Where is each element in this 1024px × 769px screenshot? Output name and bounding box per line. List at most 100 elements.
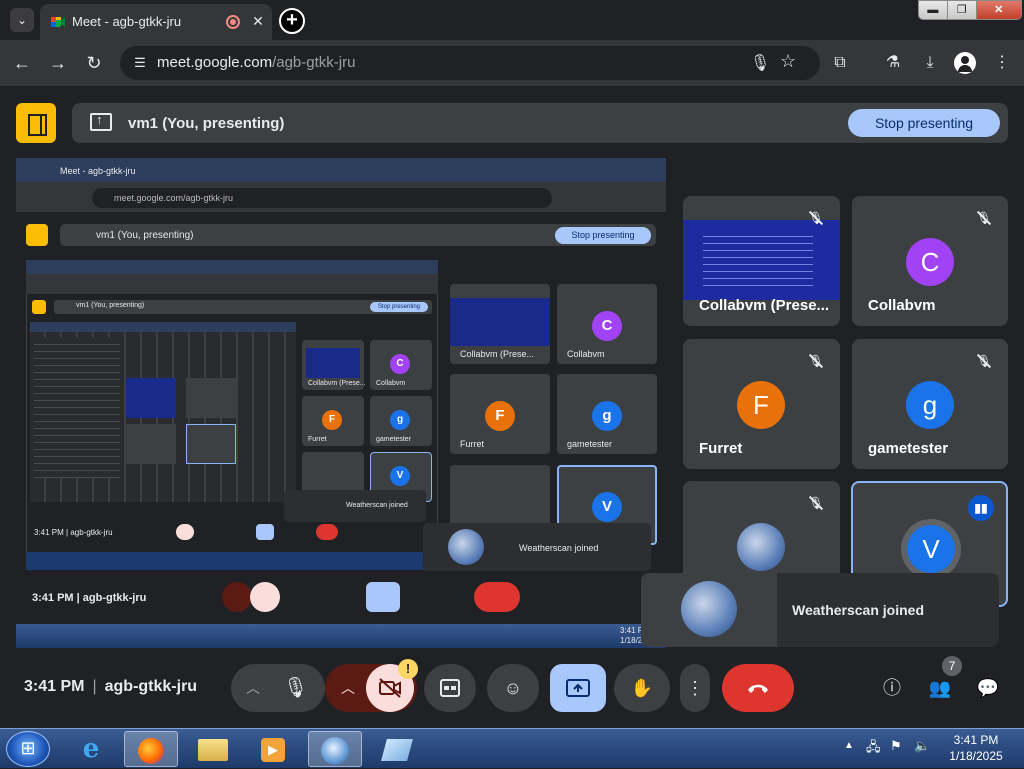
nested2-tile-name: Furret (308, 436, 327, 443)
back-arrow-icon[interactable]: ← (10, 51, 34, 75)
nested2-code-value: agb-gtkk-jru (70, 528, 113, 537)
download-icon[interactable]: ⤓ (918, 51, 942, 75)
present-screen-icon (90, 112, 112, 131)
captions-icon (440, 679, 460, 697)
nested-time-value: 3:41 PM (32, 592, 74, 604)
tab-title: Meet - agb-gtkk-jru (72, 14, 182, 29)
nested-tile-name: gametester (567, 439, 613, 449)
profile-avatar-icon[interactable] (954, 52, 976, 74)
nested-level3-tile (186, 378, 236, 418)
microphone-icon[interactable]: 🎙 (750, 53, 770, 73)
volume-icon[interactable]: 🔈 (914, 738, 930, 754)
nested2-avatar: V (390, 466, 410, 486)
nested-level2-toolbar (26, 274, 438, 294)
new-tab-button[interactable]: + (279, 8, 305, 34)
nested-cam-btn (250, 582, 280, 612)
tab-close-icon[interactable]: ✕ (248, 11, 268, 31)
bookmark-star-icon[interactable]: ☆ (780, 51, 796, 72)
mic-muted-icon: 🎙 (976, 354, 992, 368)
participant-tile-furret[interactable]: F 🎙 Furret (683, 339, 840, 469)
raise-hand-button[interactable]: ✋ (614, 664, 670, 712)
taskbar-clock[interactable]: 3:41 PM 1/18/2025 (936, 732, 1016, 764)
minimize-button[interactable]: ▬ (919, 1, 948, 19)
start-button[interactable] (6, 731, 50, 767)
nested2-cam (176, 524, 194, 540)
maximize-button[interactable]: ❐ (947, 1, 977, 19)
presenting-label: vm1 (You, presenting) (128, 115, 285, 132)
nested2-time-value: 3:41 PM (34, 528, 64, 537)
more-menu-icon[interactable]: ⋮ (990, 51, 1014, 75)
nested-level3-tile (126, 378, 176, 418)
network-tray-icon[interactable]: 🖧 (866, 738, 881, 760)
meeting-time: 3:41 PM (24, 678, 85, 695)
reactions-button[interactable]: ☺ (487, 664, 539, 712)
nested2-avatar: F (322, 410, 342, 430)
internet-explorer-icon[interactable]: e (64, 731, 118, 767)
nested-level2-presenting: vm1 (You, presenting) (76, 302, 145, 309)
recording-indicator-icon (226, 15, 240, 29)
present-screen-icon (566, 679, 590, 697)
action-center-flag-icon[interactable]: ⚑ (890, 738, 902, 754)
media-player-icon[interactable]: ▶ (246, 731, 300, 767)
window-controls: ▬ ❐ ✕ (918, 0, 1022, 20)
nested-avatar: g (592, 401, 622, 431)
nested-time: 3:41 PM | agb-gtkk-jru (32, 592, 147, 604)
reload-icon[interactable]: ↻ (82, 51, 106, 75)
chat-icon[interactable]: 💬 (976, 676, 1000, 700)
nested-tile-name: Collabvm (Prese... (460, 349, 535, 359)
nested-presenting-label: vm1 (You, presenting) (96, 230, 194, 241)
nested-level2-stop: Stop presenting (370, 302, 428, 312)
participant-name: gametester (868, 440, 949, 457)
clock-date: 1/18/2025 (949, 749, 1003, 763)
stop-presenting-button[interactable]: Stop presenting (848, 109, 1000, 137)
leave-call-button[interactable] (722, 664, 794, 712)
nested-avatar: C (592, 311, 622, 341)
forward-arrow-icon[interactable]: → (46, 51, 70, 75)
nested-level2-logo (32, 300, 46, 314)
captions-button[interactable] (424, 664, 476, 712)
site-info-icon[interactable]: ☰ (132, 55, 148, 71)
nested2-leave (316, 524, 338, 540)
participant-tile-collabvm[interactable]: C 🎙 Collabvm (852, 196, 1008, 326)
nested-level3-tile (186, 424, 236, 464)
nested2-tile-name: gametester (376, 436, 412, 443)
labs-flask-icon[interactable]: ⚗ (881, 51, 905, 75)
mic-muted-icon: 🎙 (808, 496, 824, 510)
hang-up-icon (748, 684, 768, 693)
toast-text: Weatherscan joined (792, 602, 925, 618)
participant-tile-screen-share[interactable]: 🎙 Collabvm (Prese... (683, 196, 840, 326)
more-options-button[interactable]: ⋮ (680, 664, 710, 712)
meet-companion-logo-icon[interactable] (16, 103, 56, 143)
nested2-toast-text: Weatherscan joined (346, 502, 408, 509)
nested2-avatar: g (390, 410, 410, 430)
video-options-chevron-icon[interactable]: ︿ (338, 678, 358, 698)
participant-avatar: F (737, 381, 785, 429)
more-vert-icon: ⋮ (686, 678, 704, 698)
show-hidden-icons[interactable]: ▲ (844, 740, 854, 751)
participant-avatar: V (907, 525, 955, 573)
url-text[interactable]: meet.google.com/agb-gtkk-jru (157, 54, 355, 71)
nested-tile-name: Collabvm (567, 349, 605, 359)
notepad-app-icon[interactable] (370, 731, 424, 767)
browser-toolbar: ← → ↻ ☰ meet.google.com/agb-gtkk-jru 🎙 ☆… (0, 40, 1024, 86)
address-bar[interactable]: ☰ meet.google.com/agb-gtkk-jru 🎙 ☆ (120, 46, 820, 80)
close-window-button[interactable]: ✕ (976, 1, 1021, 19)
presenting-banner: vm1 (You, presenting) Stop presenting (72, 103, 1008, 143)
nested-tab-title: Meet - agb-gtkk-jru (60, 166, 136, 176)
participant-tile-gametester[interactable]: g 🎙 gametester (852, 339, 1008, 469)
nested-present-btn (366, 582, 400, 612)
microphone-icon[interactable]: 🎙 (283, 676, 308, 700)
file-explorer-icon[interactable] (186, 731, 240, 767)
extensions-puzzle-icon[interactable]: ⧉ (828, 51, 852, 75)
people-icon[interactable]: 👥 (928, 676, 952, 700)
tab-meet[interactable]: Meet - agb-gtkk-jru ✕ (40, 4, 272, 40)
nested-level3-tile (126, 424, 176, 464)
tab-search-chevron-icon[interactable]: ⌄ (10, 8, 34, 32)
participant-tile-photo[interactable]: 🎙 (683, 481, 840, 573)
present-now-button[interactable] (550, 664, 606, 712)
network-app-icon[interactable] (308, 731, 362, 767)
audio-options-chevron-icon[interactable]: ︿ (243, 678, 263, 698)
firefox-icon[interactable] (124, 731, 178, 767)
meeting-details-icon[interactable]: ⓘ (880, 676, 904, 700)
nested-avatar: F (485, 401, 515, 431)
